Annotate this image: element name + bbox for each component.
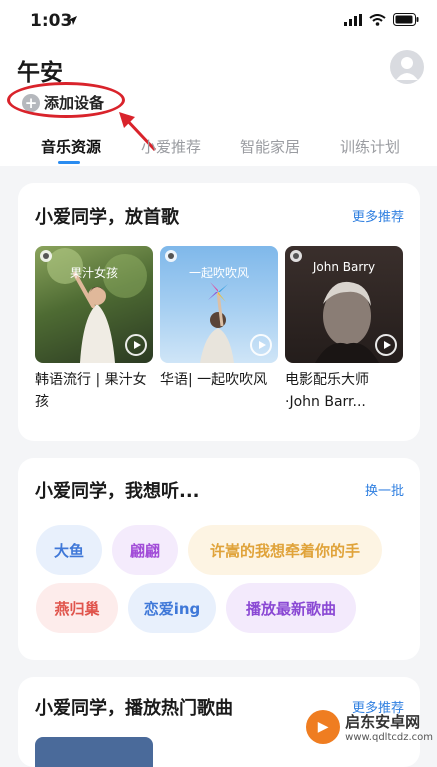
- music-thumbnail: 果汁女孩: [35, 246, 153, 363]
- watermark-logo-icon: ▶: [306, 710, 341, 744]
- header: 午安 + 添加设备 音乐资源 小爱推荐 智能家居 训练计划: [0, 44, 437, 166]
- music-thumbnail: 一起吹吹风: [160, 246, 278, 363]
- avatar[interactable]: [390, 50, 424, 84]
- music-card: 小爱同学，放首歌 更多推荐 果汁女孩 韩语流行 | 果汁女孩 一起吹吹风 华语|…: [18, 183, 420, 441]
- source-badge-icon: [40, 250, 52, 262]
- active-tab-indicator: [58, 161, 80, 164]
- music-card-title: 小爱同学，放首歌: [35, 207, 179, 228]
- tab-bar: 音乐资源 小爱推荐 智能家居 训练计划: [0, 134, 437, 166]
- listen-card: 小爱同学，我想听... 换一批 大鱼 翩翩 许嵩的我想牵着你的手 燕归巢 恋爱i…: [18, 458, 420, 660]
- cellular-signal-icon: [344, 13, 362, 26]
- music-item[interactable]: John Barry 电影配乐大师 ·John Barr...: [285, 246, 403, 413]
- hot-songs-title: 小爱同学，播放热门歌曲: [35, 698, 233, 719]
- watermark-url: www.qdltcdz.com: [345, 732, 433, 743]
- song-chip[interactable]: 翩翩: [112, 525, 178, 575]
- watermark-title: 启东安卓网: [345, 713, 421, 731]
- more-recommend-link[interactable]: 更多推荐: [352, 206, 404, 225]
- tab-music-resources[interactable]: 音乐资源: [41, 136, 101, 157]
- play-icon[interactable]: [125, 334, 147, 356]
- music-item[interactable]: 果汁女孩 韩语流行 | 果汁女孩: [35, 246, 153, 413]
- watermark-text: 启东安卓网 www.qdltcdz.com: [345, 711, 433, 743]
- status-icons: [344, 13, 419, 26]
- song-chip[interactable]: 燕归巢: [36, 583, 118, 633]
- watermark: ▶ 启东安卓网 www.qdltcdz.com: [306, 710, 433, 744]
- source-badge-icon: [165, 250, 177, 262]
- thumbnail-text: 一起吹吹风: [188, 266, 249, 280]
- user-icon: [396, 57, 418, 80]
- location-arrow-icon: [68, 16, 77, 25]
- song-chip[interactable]: 播放最新歌曲: [226, 583, 356, 633]
- music-thumbnail: John Barry: [285, 246, 403, 363]
- status-time: 1:03: [30, 11, 73, 31]
- play-icon[interactable]: [375, 334, 397, 356]
- song-chip[interactable]: 许嵩的我想牵着你的手: [188, 525, 382, 575]
- tab-smart-home[interactable]: 智能家居: [240, 136, 300, 157]
- refresh-link[interactable]: 换一批: [365, 480, 404, 499]
- annotation-ellipse: [7, 82, 125, 118]
- music-item-caption: 韩语流行 | 果汁女孩: [35, 372, 147, 410]
- music-item-caption: 电影配乐大师 ·John Barr...: [285, 372, 369, 410]
- listen-card-title: 小爱同学，我想听...: [35, 481, 200, 502]
- wifi-icon: [369, 13, 386, 26]
- hot-song-thumbnail[interactable]: [35, 737, 153, 767]
- song-chip[interactable]: 大鱼: [36, 525, 102, 575]
- thumbnail-text: John Barry: [312, 260, 376, 274]
- song-chip[interactable]: 恋爱ing: [128, 583, 216, 633]
- music-item-caption: 华语| 一起吹吹风: [160, 372, 268, 388]
- tab-training-plan[interactable]: 训练计划: [340, 136, 400, 157]
- music-item[interactable]: 一起吹吹风 华语| 一起吹吹风: [160, 246, 278, 391]
- tab-xiaoai-recommend[interactable]: 小爱推荐: [141, 136, 201, 157]
- play-icon[interactable]: [250, 334, 272, 356]
- battery-icon: [393, 13, 419, 26]
- thumbnail-text: 果汁女孩: [69, 266, 118, 280]
- status-bar: 1:03: [0, 0, 437, 44]
